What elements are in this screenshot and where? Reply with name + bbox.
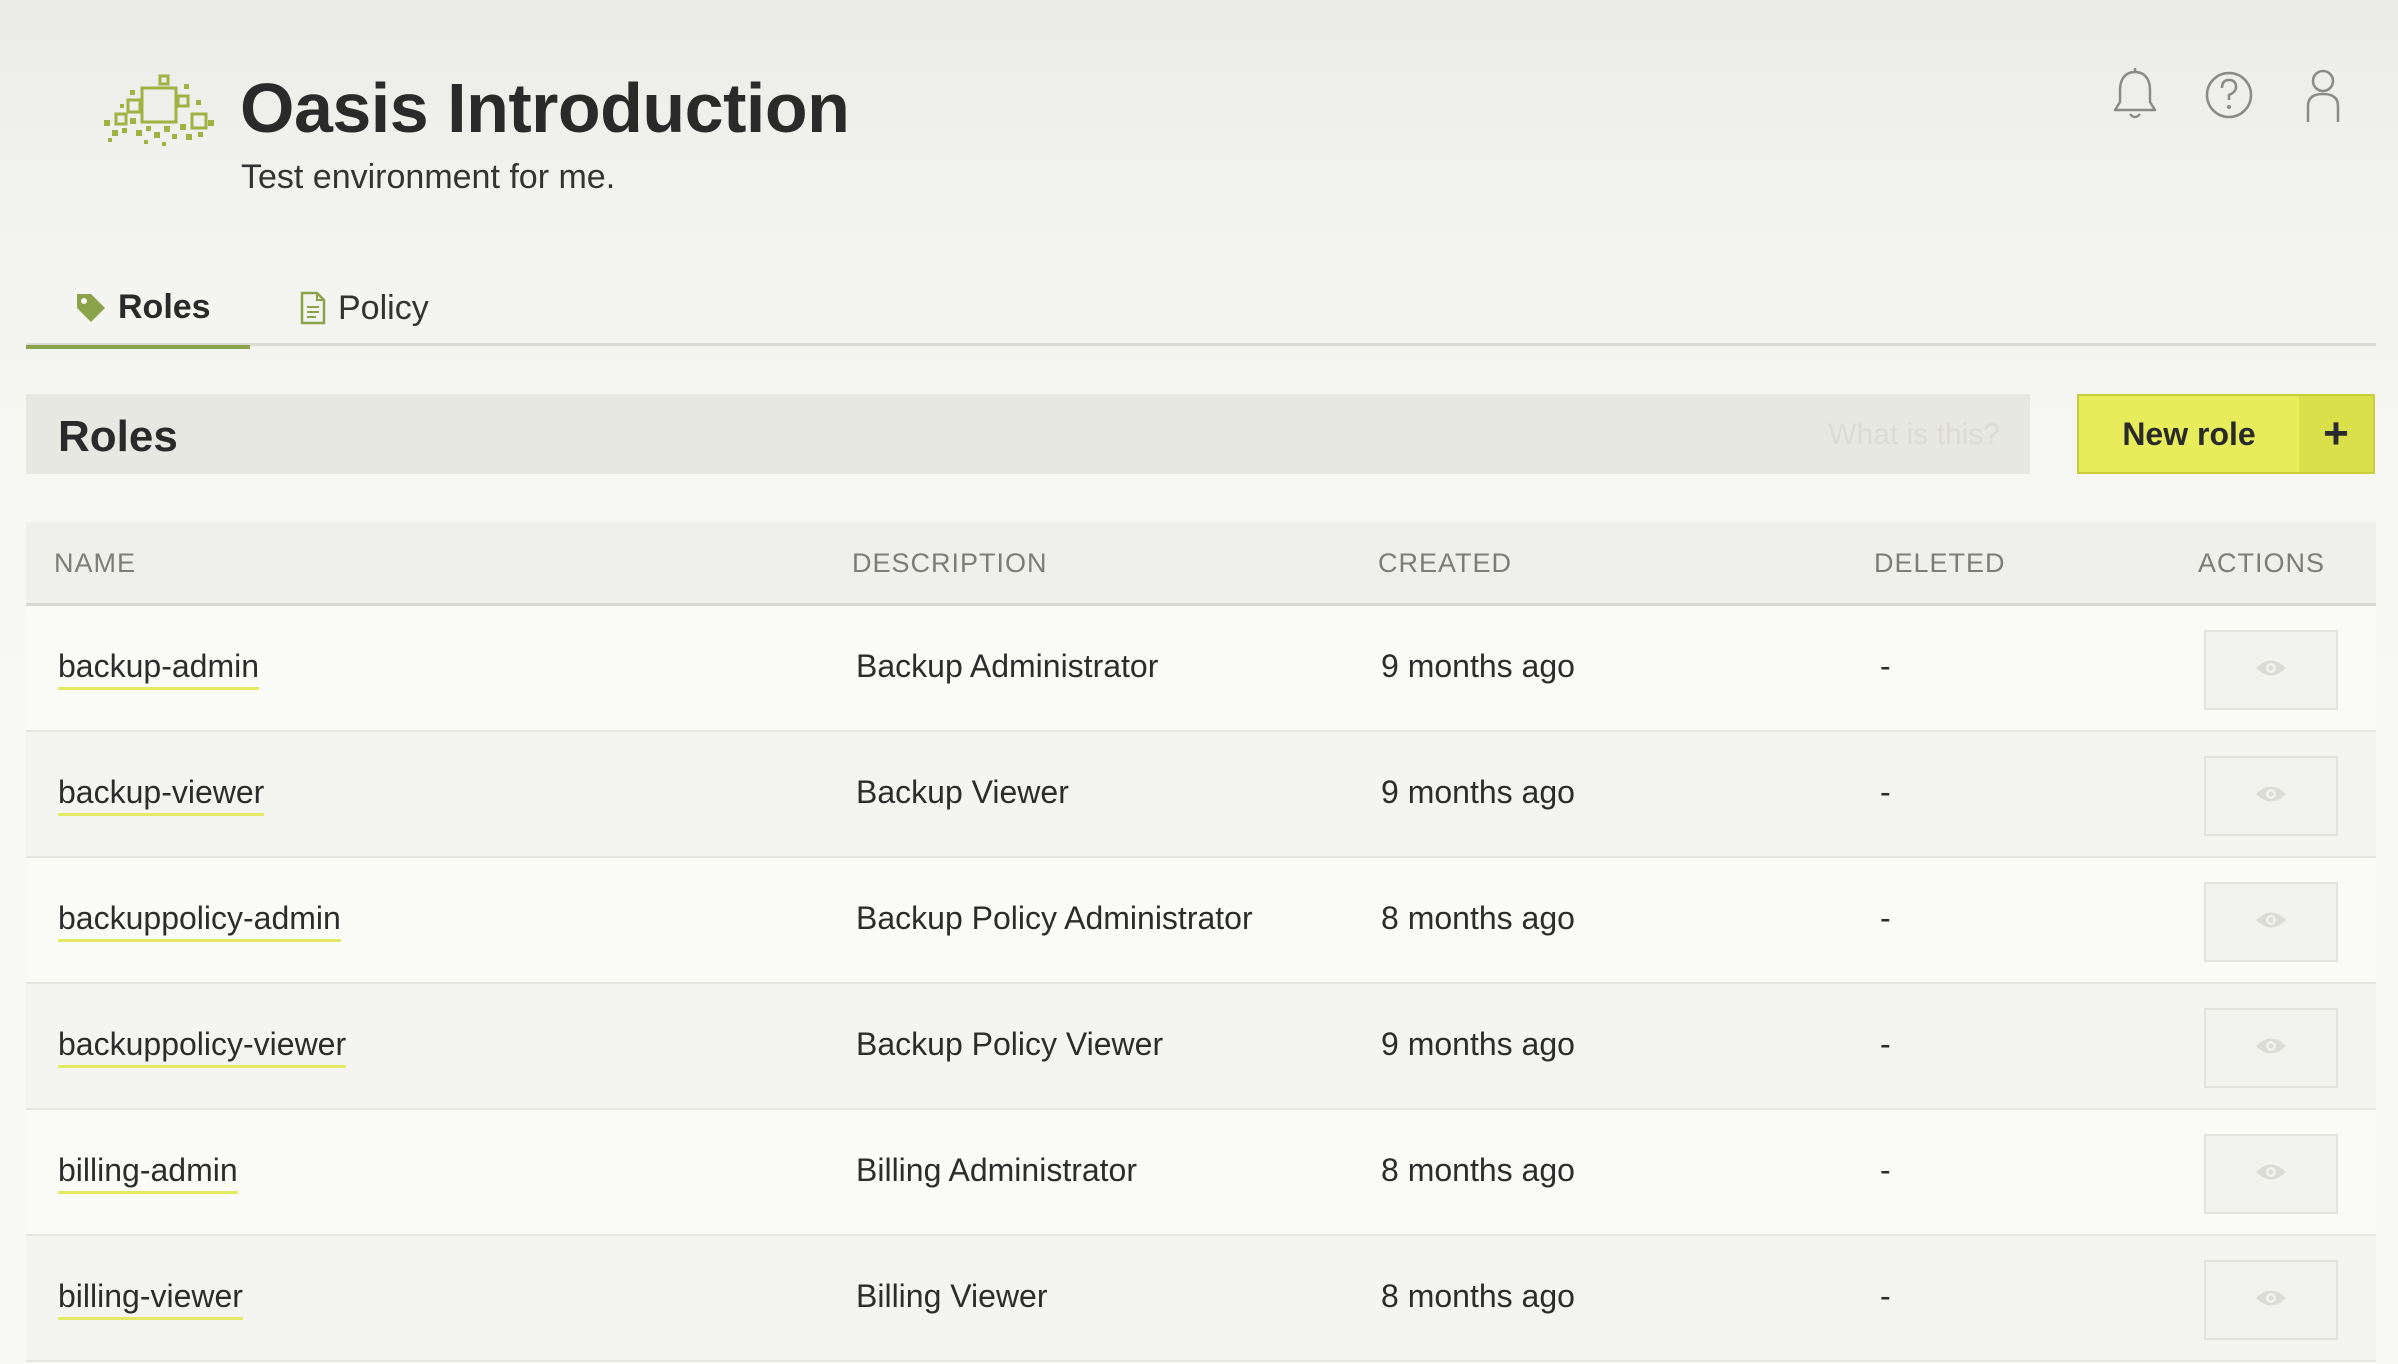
role-description: Billing Administrator bbox=[856, 1152, 1137, 1188]
role-deleted: - bbox=[1880, 774, 1891, 810]
tab-policy-label: Policy bbox=[338, 288, 429, 327]
role-deleted: - bbox=[1880, 1278, 1891, 1314]
table-row: backup-admin Backup Administrator 9 months… bbox=[26, 606, 2376, 732]
help-icon[interactable] bbox=[2204, 66, 2254, 124]
page-title: Oasis Introduction bbox=[240, 69, 850, 147]
role-name-link[interactable]: backup-admin bbox=[58, 648, 259, 690]
oasis-logo bbox=[100, 70, 220, 150]
view-role-button[interactable] bbox=[2204, 1008, 2338, 1088]
role-name-link[interactable]: billing-viewer bbox=[58, 1278, 243, 1320]
document-icon bbox=[300, 291, 326, 325]
role-name-link[interactable]: backuppolicy-viewer bbox=[58, 1026, 347, 1068]
role-deleted: - bbox=[1880, 1026, 1891, 1062]
eye-icon bbox=[2254, 657, 2288, 684]
table-row: backup-viewer Backup Viewer 9 months ago - bbox=[26, 732, 2376, 858]
view-role-button[interactable] bbox=[2204, 630, 2338, 710]
table-row: billing-viewer Billing Viewer 8 months ago… bbox=[26, 1236, 2376, 1362]
what-is-this-link[interactable]: What is this? bbox=[1828, 418, 2000, 452]
view-role-button[interactable] bbox=[2204, 1260, 2338, 1340]
role-created: 9 months ago bbox=[1381, 648, 1575, 684]
role-description: Backup Administrator bbox=[856, 648, 1159, 684]
column-header-deleted[interactable]: DELETED bbox=[1874, 548, 2006, 579]
role-description: Billing Viewer bbox=[856, 1278, 1048, 1314]
column-header-name[interactable]: NAME bbox=[54, 548, 136, 579]
role-created: 9 months ago bbox=[1381, 774, 1575, 810]
role-deleted: - bbox=[1880, 648, 1891, 684]
column-header-created[interactable]: CREATED bbox=[1378, 548, 1512, 579]
role-description: Backup Policy Administrator bbox=[856, 900, 1253, 936]
user-icon[interactable] bbox=[2298, 66, 2348, 124]
role-description: Backup Viewer bbox=[856, 774, 1069, 810]
tab-bar: Roles Policy bbox=[26, 270, 2376, 349]
view-role-button[interactable] bbox=[2204, 882, 2338, 962]
new-role-label: New role bbox=[2122, 415, 2256, 452]
section-header: Roles What is this? bbox=[26, 394, 2030, 474]
bell-icon[interactable] bbox=[2110, 66, 2160, 124]
column-header-actions: ACTIONS bbox=[2198, 548, 2326, 578]
role-created: 8 months ago bbox=[1381, 1278, 1575, 1314]
eye-icon bbox=[2254, 1161, 2288, 1188]
page-subtitle: Test environment for me. bbox=[241, 158, 616, 196]
view-role-button[interactable] bbox=[2204, 756, 2338, 836]
role-deleted: - bbox=[1880, 900, 1891, 936]
table-header: NAME DESCRIPTION CREATED DELETED ACTIONS bbox=[26, 522, 2376, 606]
eye-icon bbox=[2254, 909, 2288, 936]
role-name-link[interactable]: backup-viewer bbox=[58, 774, 265, 816]
plus-icon: + bbox=[2299, 396, 2373, 472]
view-role-button[interactable] bbox=[2204, 1134, 2338, 1214]
role-description: Backup Policy Viewer bbox=[856, 1026, 1164, 1062]
role-created: 9 months ago bbox=[1381, 1026, 1575, 1062]
table-row: billing-admin Billing Administrator 8 mont… bbox=[26, 1110, 2376, 1236]
table-row: backuppolicy-viewer Backup Policy Viewer 9… bbox=[26, 984, 2376, 1110]
eye-icon bbox=[2254, 1287, 2288, 1314]
eye-icon bbox=[2254, 783, 2288, 810]
tab-roles[interactable]: Roles bbox=[26, 270, 250, 349]
eye-icon bbox=[2254, 1035, 2288, 1062]
column-header-description[interactable]: DESCRIPTION bbox=[852, 548, 1048, 579]
role-created: 8 months ago bbox=[1381, 1152, 1575, 1188]
role-name-link[interactable]: backuppolicy-admin bbox=[58, 900, 341, 942]
roles-table: NAME DESCRIPTION CREATED DELETED ACTIONS… bbox=[26, 522, 2376, 1362]
section-title: Roles bbox=[58, 412, 178, 461]
page-header: Oasis Introduction Test environment for … bbox=[0, 0, 2398, 220]
role-created: 8 months ago bbox=[1381, 900, 1575, 936]
table-body: backup-admin Backup Administrator 9 months… bbox=[26, 606, 2376, 1362]
new-role-button[interactable]: New role + bbox=[2077, 394, 2375, 474]
top-icon-bar bbox=[2110, 66, 2348, 124]
tag-icon bbox=[77, 293, 105, 322]
tab-roles-label: Roles bbox=[118, 288, 211, 326]
tab-policy[interactable]: Policy bbox=[298, 270, 429, 346]
role-name-link[interactable]: billing-admin bbox=[58, 1152, 238, 1194]
role-deleted: - bbox=[1880, 1152, 1891, 1188]
table-row: backuppolicy-admin Backup Policy Administ… bbox=[26, 858, 2376, 984]
